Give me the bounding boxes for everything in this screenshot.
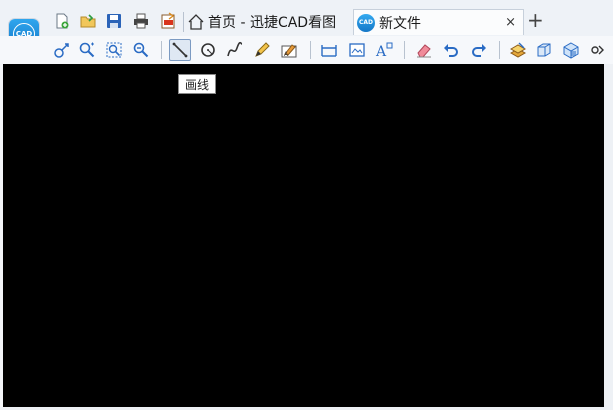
3d-box-icon[interactable]: [533, 39, 555, 61]
toolbar-divider: [499, 41, 500, 59]
tooltip: 画线: [178, 74, 217, 94]
tab-home[interactable]: 首页 - 迅捷CAD看图: [187, 9, 349, 35]
zoom-extents-icon[interactable]: [103, 39, 125, 61]
cad-file-icon: CAD: [357, 13, 375, 32]
layer-icon[interactable]: [507, 39, 529, 61]
draw-line-icon[interactable]: [169, 39, 191, 61]
draw-pencil-icon[interactable]: [251, 39, 273, 61]
draw-circle-icon[interactable]: [197, 39, 219, 61]
tab-new-file[interactable]: CAD 新文件 ×: [353, 9, 524, 35]
erase-icon[interactable]: [413, 39, 435, 61]
undo-icon[interactable]: [440, 39, 462, 61]
redo-icon[interactable]: [468, 39, 490, 61]
tab-home-label: 首页 - 迅捷CAD看图: [208, 15, 337, 31]
zoom-window-icon[interactable]: [76, 39, 98, 61]
new-tab-button[interactable]: +: [527, 10, 544, 30]
drawing-canvas[interactable]: [3, 64, 604, 407]
draw-spline-icon[interactable]: [224, 39, 246, 61]
export-pdf-icon[interactable]: [158, 11, 178, 31]
drawing-toolbar: A A: [0, 36, 613, 64]
measure-icon[interactable]: [318, 39, 340, 61]
save-icon[interactable]: [104, 11, 124, 31]
toolbar-divider: [183, 12, 184, 32]
print-icon[interactable]: [131, 11, 151, 31]
zoom-previous-icon[interactable]: [130, 39, 152, 61]
toolbar-divider: [310, 41, 311, 59]
open-folder-icon[interactable]: [78, 11, 98, 31]
text-icon[interactable]: A: [373, 39, 395, 61]
toolbar-divider: [404, 41, 405, 59]
tab-close-icon[interactable]: ×: [505, 15, 516, 30]
title-bar: CAD 首页 - 迅捷CAD看图 CAD 新文件 × +: [0, 0, 613, 49]
app-window: CAD 首页 - 迅捷CAD看图 CAD 新文件 × + A A 画线: [0, 0, 613, 410]
tab-new-file-label: 新文件: [379, 15, 421, 32]
layout-icon[interactable]: [346, 39, 368, 61]
svg-text:A: A: [375, 44, 387, 59]
home-icon: [188, 14, 204, 30]
3d-view-icon[interactable]: [560, 39, 582, 61]
canvas-right-border: [604, 64, 613, 410]
new-file-icon[interactable]: [52, 11, 72, 31]
more-icon[interactable]: [588, 39, 608, 61]
draw-eraser-box-icon[interactable]: A: [278, 39, 300, 61]
pan-icon[interactable]: [50, 39, 72, 61]
toolbar-divider: [161, 41, 162, 59]
